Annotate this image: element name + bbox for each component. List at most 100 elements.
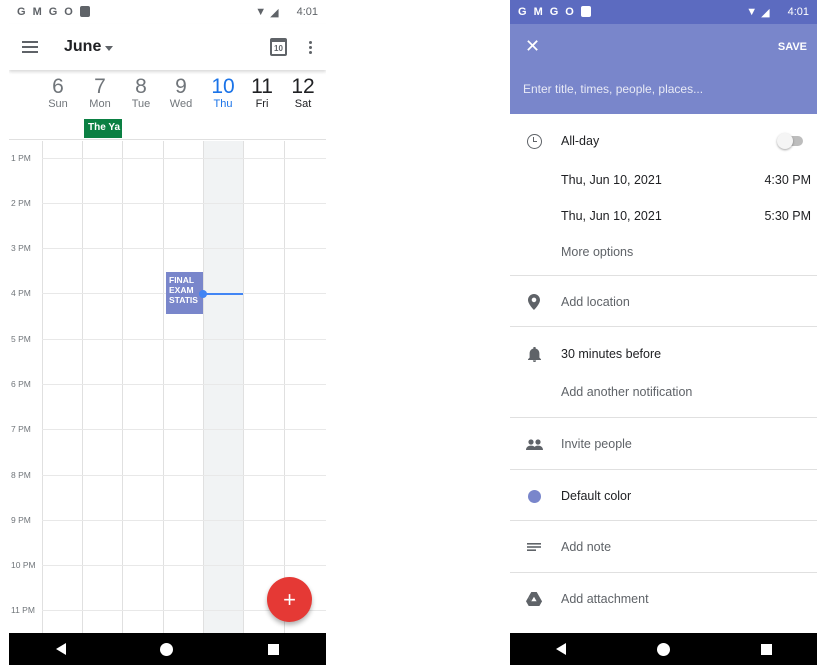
grid-column-line xyxy=(42,141,43,633)
editor-header: ✕ SAVE xyxy=(510,24,817,114)
divider xyxy=(510,469,817,470)
grid-column-line xyxy=(122,141,123,633)
notes-icon xyxy=(524,543,544,551)
android-nav-bar xyxy=(510,633,817,665)
clock-icon xyxy=(524,133,544,149)
today-calendar-icon[interactable]: 10 xyxy=(270,38,287,56)
google-icon: G xyxy=(549,6,559,18)
current-time-line xyxy=(203,293,243,295)
notification-icons: G M G O xyxy=(518,6,591,18)
event-title-input[interactable] xyxy=(523,82,803,96)
day-thu-today[interactable]: 10 Thu xyxy=(203,75,243,111)
hour-line xyxy=(42,203,326,204)
circle-icon: O xyxy=(64,6,73,18)
location-row[interactable]: Add location xyxy=(510,291,817,313)
menu-icon[interactable] xyxy=(22,41,38,53)
month-label: June xyxy=(64,38,102,55)
sd-card-icon xyxy=(580,6,591,17)
day-name: Sat xyxy=(294,98,312,110)
recents-icon[interactable] xyxy=(267,643,279,655)
caret-down-icon xyxy=(105,45,114,51)
back-icon[interactable] xyxy=(56,643,67,655)
status-time: 4:01 xyxy=(787,6,809,18)
bell-icon xyxy=(524,346,544,362)
hour-label: 1 PM xyxy=(11,153,31,163)
day-wed[interactable]: 9 Wed xyxy=(161,76,201,111)
more-vert-icon[interactable] xyxy=(305,39,316,56)
recents-icon[interactable] xyxy=(760,643,772,655)
more-options-link[interactable]: More options xyxy=(561,245,633,259)
day-sun[interactable]: 6 Sun xyxy=(38,76,78,111)
hour-label: 2 PM xyxy=(11,198,31,208)
back-icon[interactable] xyxy=(555,643,566,655)
color-dot-icon xyxy=(524,489,544,503)
status-time: 4:01 xyxy=(296,6,318,18)
divider xyxy=(510,572,817,573)
hour-label: 11 PM xyxy=(11,605,35,615)
status-right: ▼ ◢ 4:01 xyxy=(255,6,318,19)
people-icon xyxy=(524,438,544,450)
event-title-line: EXAM xyxy=(169,285,194,295)
notification-row[interactable]: 30 minutes before xyxy=(510,343,817,365)
hour-line xyxy=(42,158,326,159)
day-name: Mon xyxy=(89,98,111,110)
calendar-appbar: June 10 xyxy=(9,24,326,70)
hour-line xyxy=(42,475,326,476)
add-attachment-label: Add attachment xyxy=(561,592,649,606)
all-day-toggle[interactable] xyxy=(777,133,803,149)
add-notification-row[interactable]: Add another notification xyxy=(510,381,817,403)
all-day-row[interactable]: All-day xyxy=(510,130,817,152)
color-row[interactable]: Default color xyxy=(510,485,817,507)
divider xyxy=(510,326,817,327)
all-day-event-chip[interactable]: The Ya xyxy=(84,119,122,138)
save-button[interactable]: SAVE xyxy=(778,41,807,53)
hour-line xyxy=(42,384,326,385)
day-sat[interactable]: 12 Sat xyxy=(283,76,323,111)
sd-card-icon xyxy=(79,6,90,17)
google-icon: G xyxy=(48,6,58,18)
hour-label: 3 PM xyxy=(11,243,31,253)
hour-label: 5 PM xyxy=(11,334,31,344)
event-block-final-exam[interactable]: FINAL EXAM STATIS xyxy=(166,272,203,314)
home-icon[interactable] xyxy=(656,642,670,656)
battery-icon xyxy=(283,7,293,18)
add-note-row[interactable]: Add note xyxy=(510,536,817,558)
add-event-fab[interactable]: + xyxy=(267,577,312,622)
day-number: 11 xyxy=(251,75,273,98)
notification-label: 30 minutes before xyxy=(561,347,662,361)
start-time[interactable]: 4:30 PM xyxy=(764,173,811,187)
week-day-header: 6 Sun 7 Mon 8 Tue 9 Wed 10 Thu 11 Fri 12… xyxy=(9,70,326,140)
day-fri[interactable]: 11 Fri xyxy=(242,75,282,111)
end-date[interactable]: Thu, Jun 10, 2021 xyxy=(561,209,662,223)
invite-people-label: Invite people xyxy=(561,437,632,451)
invite-people-row[interactable]: Invite people xyxy=(510,433,817,455)
hour-line xyxy=(42,429,326,430)
month-selector[interactable]: June xyxy=(64,38,114,56)
signal-icon: ◢ xyxy=(270,6,279,19)
hour-line xyxy=(42,339,326,340)
day-number: 8 xyxy=(135,75,147,98)
status-right: ▼ ◢ 4:01 xyxy=(746,6,809,19)
hour-label: 6 PM xyxy=(11,379,31,389)
android-nav-bar xyxy=(9,633,326,665)
event-title-line: FINAL xyxy=(169,275,195,285)
add-attachment-row[interactable]: Add attachment xyxy=(510,588,817,610)
mail-icon: M xyxy=(32,6,42,18)
color-label: Default color xyxy=(561,489,632,503)
start-datetime-row: Thu, Jun 10, 2021 4:30 PM xyxy=(510,169,817,191)
grid-column-line xyxy=(284,141,285,633)
start-date[interactable]: Thu, Jun 10, 2021 xyxy=(561,173,662,187)
divider xyxy=(510,275,817,276)
day-tue[interactable]: 8 Tue xyxy=(121,75,161,111)
status-bar: G M G O ▼ ◢ 4:01 xyxy=(510,0,817,24)
home-icon[interactable] xyxy=(160,642,174,656)
end-time[interactable]: 5:30 PM xyxy=(764,209,811,223)
more-options-row[interactable]: More options xyxy=(510,241,817,263)
close-icon[interactable]: ✕ xyxy=(525,36,540,57)
hour-label: 7 PM xyxy=(11,424,31,434)
wifi-icon: ▼ xyxy=(255,6,267,18)
day-mon[interactable]: 7 Mon xyxy=(80,76,120,111)
day-number: 10 xyxy=(211,75,235,98)
google-icon: G xyxy=(518,6,527,18)
week-grid[interactable]: 1 PM 2 PM 3 PM 4 PM 5 PM 6 PM 7 PM 8 PM … xyxy=(9,141,326,633)
